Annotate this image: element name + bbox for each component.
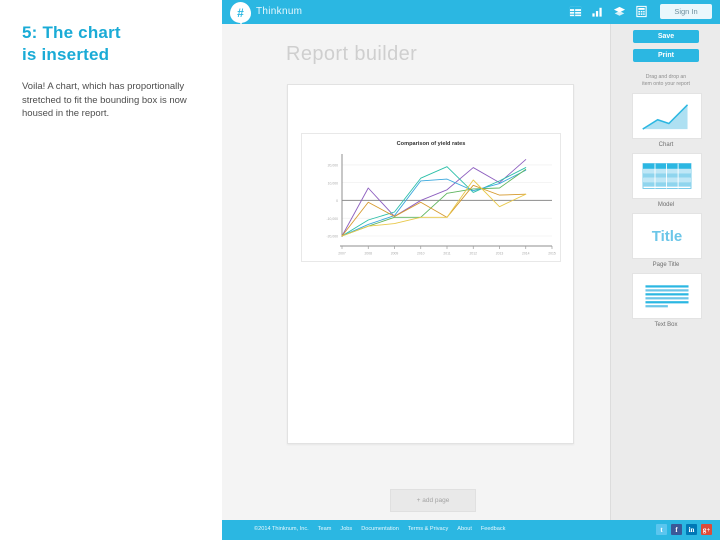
slide-title-line2: is inserted — [22, 45, 110, 64]
sign-in-button[interactable]: Sign In — [660, 4, 712, 19]
footer-link-terms-privacy[interactable]: Terms & Privacy — [408, 526, 448, 532]
header-icon-group — [569, 5, 648, 18]
x-tick-label: 2010 — [417, 252, 425, 256]
tool-item-model[interactable]: Model — [632, 153, 702, 208]
top-header-bar: # Thinknum Sign In — [222, 0, 720, 25]
drag-hint-line1: Drag and drop an — [645, 74, 687, 80]
calculator-icon[interactable] — [635, 5, 648, 18]
layers-icon[interactable] — [613, 5, 626, 18]
social-icon-group: t f in g+ — [656, 524, 712, 535]
text-lines-icon — [645, 284, 689, 307]
y-tick-label: 0 — [336, 199, 338, 203]
drag-hint-line2: item onto your report — [642, 81, 690, 87]
slide-title: 5: The chart is inserted — [22, 22, 202, 66]
slide-text-panel: 5: The chart is inserted Voila! A chart,… — [0, 0, 222, 540]
chart-series-series-gold — [341, 184, 527, 237]
brand-name: Thinknum — [256, 6, 303, 17]
text-box-tile[interactable] — [632, 273, 702, 319]
footer-copyright: ©2014 Thinknum, Inc. — [254, 526, 309, 532]
footer-link-team[interactable]: Team — [318, 526, 332, 532]
report-canvas-area: Report builder Comparison of yield rates… — [222, 24, 610, 520]
y-tick-label: -10,000 — [327, 217, 339, 221]
save-button[interactable]: Save — [633, 30, 699, 43]
bar-chart-icon[interactable] — [591, 5, 604, 18]
y-tick-label: 10,000 — [328, 181, 338, 185]
chart-series-series-purple — [341, 159, 527, 237]
app-window: # Thinknum Sign In Report builder Compar… — [222, 0, 720, 540]
footer-link-feedback[interactable]: Feedback — [481, 526, 506, 532]
footer-link-jobs[interactable]: Jobs — [340, 526, 352, 532]
chart-tile[interactable] — [632, 93, 702, 139]
chart-tile-label: Chart — [658, 142, 674, 148]
page-title-tile-label: Page Title — [652, 262, 680, 268]
footer-link-group: ©2014 Thinknum, Inc. Team Jobs Documentatio… — [254, 526, 505, 532]
footer-link-documentation[interactable]: Documentation — [361, 526, 399, 532]
hash-glyph: # — [237, 5, 244, 20]
tool-item-page-title[interactable]: Title Page Title — [632, 213, 702, 268]
print-button[interactable]: Print — [633, 49, 699, 62]
x-tick-label: 2013 — [496, 252, 504, 256]
report-page[interactable]: Comparison of yield rates 20,000 10,000 0 -… — [287, 84, 574, 444]
thinknum-logo-pin-icon[interactable]: # — [230, 2, 251, 25]
linkedin-icon[interactable]: in — [686, 524, 697, 535]
x-tick-label: 2014 — [522, 252, 530, 256]
add-page-button[interactable]: + add page — [390, 489, 476, 512]
model-tile[interactable] — [632, 153, 702, 199]
footer-link-about[interactable]: About — [457, 526, 472, 532]
x-tick-label: 2015 — [548, 252, 556, 256]
twitter-icon[interactable]: t — [656, 524, 667, 535]
model-tile-label: Model — [657, 202, 675, 208]
page-title-tile[interactable]: Title — [632, 213, 702, 259]
tools-sidebar: Save Print Drag and drop an item onto yo… — [610, 24, 720, 520]
table-grid-icon — [642, 163, 692, 189]
tool-item-text-box[interactable]: Text Box — [632, 273, 702, 328]
x-tick-label: 2009 — [391, 252, 399, 256]
x-tick-label: 2007 — [338, 252, 346, 256]
slide-title-line1: 5: The chart — [22, 23, 121, 42]
title-text-icon: Title — [651, 227, 683, 245]
chart-widget[interactable]: Comparison of yield rates 20,000 10,000 0 -… — [301, 133, 561, 262]
chart-title: Comparison of yield rates — [396, 141, 466, 147]
googleplus-icon[interactable]: g+ — [701, 524, 712, 535]
x-tick-label: 2011 — [443, 252, 450, 256]
slide-body-text: Voila! A chart, which has proportionally… — [22, 81, 187, 119]
tool-item-chart[interactable]: Chart — [632, 93, 702, 148]
y-tick-label: 20,000 — [328, 163, 338, 167]
text-box-tile-label: Text Box — [654, 322, 678, 328]
x-tick-label: 2008 — [364, 252, 372, 256]
x-tick-label: 2012 — [469, 252, 477, 256]
table-icon[interactable] — [569, 5, 582, 18]
facebook-icon[interactable]: f — [671, 524, 682, 535]
footer-bar: ©2014 Thinknum, Inc. Team Jobs Documentatio… — [222, 520, 720, 540]
y-tick-label: -20,000 — [327, 235, 339, 239]
app-screenshot: 5: The chart is inserted Voila! A chart,… — [0, 0, 720, 540]
line-chart-plot: 20,000 10,000 0 -10,000 -20,000 2007 2008 2009 2… — [327, 154, 556, 256]
area-chart-icon — [642, 104, 689, 130]
drag-drop-hint: Drag and drop an item onto your report — [623, 74, 709, 88]
page-title: Report builder — [286, 43, 418, 65]
